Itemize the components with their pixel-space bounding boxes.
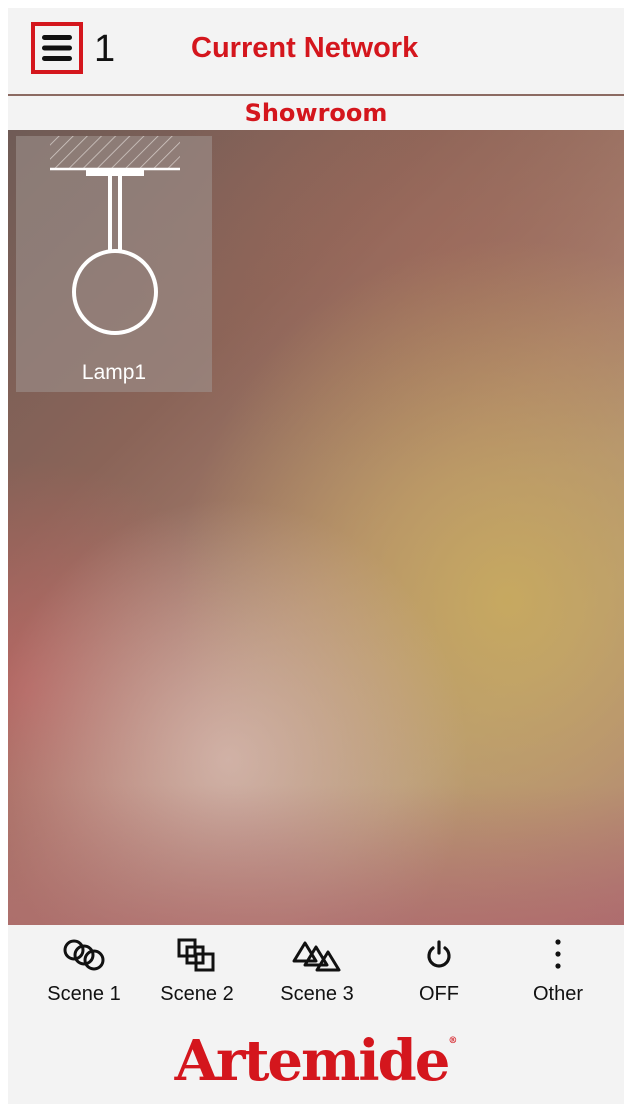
more-vertical-icon xyxy=(555,939,561,969)
off-button[interactable]: OFF xyxy=(379,925,499,1020)
brand-logo: Artemide® xyxy=(8,1033,624,1089)
scene-1-button[interactable]: Scene 1 xyxy=(24,925,144,1020)
bottom-bar: Scene 1 Scene 2 Scene 3 OFF Other Artemi… xyxy=(8,925,624,1104)
brand-logo-text: Artemide xyxy=(174,1028,451,1094)
scene-3-button[interactable]: Scene 3 xyxy=(257,925,377,1020)
page-title: Current Network xyxy=(191,32,419,64)
scene-2-label: Scene 2 xyxy=(160,983,234,1005)
other-label: Other xyxy=(532,983,584,1005)
scene-1-label: Scene 1 xyxy=(47,983,121,1005)
scene-toolbar: Scene 1 Scene 2 Scene 3 OFF Other xyxy=(8,925,624,1020)
scene-2-icon xyxy=(177,938,215,972)
device-label: Lamp1 xyxy=(81,361,147,384)
app-window: 1 Current Network Showroom Lamp1 Scene 1… xyxy=(8,8,624,1104)
off-label: OFF xyxy=(419,983,459,1005)
pendant-lamp-icon xyxy=(50,136,180,335)
scene-3-icon xyxy=(292,941,341,972)
registered-mark: ® xyxy=(448,1036,458,1046)
scene-1-icon xyxy=(63,939,105,971)
hamburger-menu-icon xyxy=(42,35,72,61)
header: 1 Current Network xyxy=(8,8,624,94)
room-background: Lamp1 xyxy=(8,130,624,925)
other-button[interactable]: Other xyxy=(498,925,618,1020)
power-icon xyxy=(427,940,451,968)
room-name: Showroom xyxy=(244,99,388,127)
scene-3-label: Scene 3 xyxy=(280,983,354,1005)
network-count: 1 xyxy=(94,28,116,70)
scene-2-button[interactable]: Scene 2 xyxy=(137,925,257,1020)
menu-button[interactable] xyxy=(31,22,83,74)
device-tile-lamp1[interactable]: Lamp1 xyxy=(16,136,212,392)
